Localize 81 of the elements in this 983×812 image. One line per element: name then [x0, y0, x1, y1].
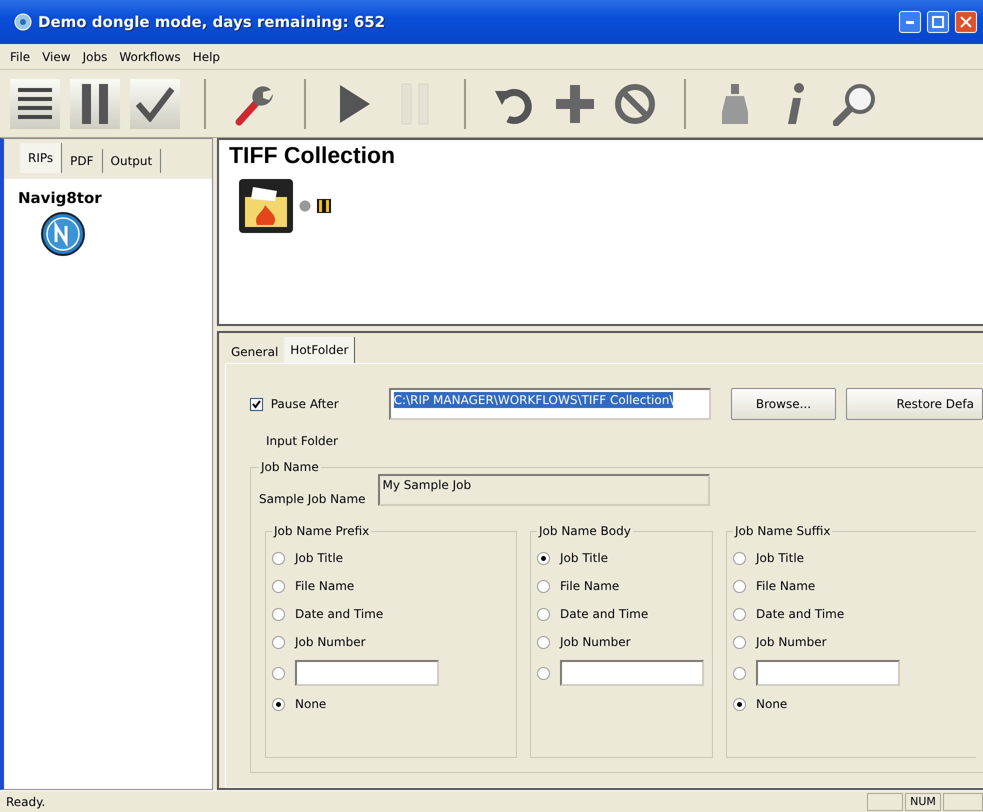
radio-label: Job Title [560, 551, 608, 565]
radio-label: Date and Time [295, 607, 384, 621]
toolbar-button[interactable] [70, 78, 120, 128]
radio-label: File Name [560, 579, 620, 593]
checkbox-label: Pause After [270, 397, 339, 411]
menu-item[interactable]: Jobs [76, 50, 114, 64]
radio-label: Job Title [756, 551, 804, 565]
radio-button[interactable] [272, 666, 285, 680]
tab[interactable]: Output [102, 149, 162, 173]
status-indicator: NUM [905, 792, 941, 810]
tab[interactable]: PDF [62, 149, 103, 173]
tab[interactable]: General [225, 341, 284, 363]
radio-label: File Name [756, 579, 816, 593]
status-panel [867, 792, 903, 810]
workflow-title: TIFF Collection [229, 142, 396, 169]
hotfolder-icon[interactable] [239, 179, 293, 233]
radio-button[interactable] [733, 698, 746, 710]
radio-label: Job Number [756, 635, 827, 649]
app-icon [14, 13, 32, 31]
checkmark-icon [135, 86, 175, 122]
radio-label: Job Title [295, 551, 344, 565]
radio-button[interactable] [733, 666, 746, 680]
radio-label: None [295, 697, 326, 711]
rip-icon[interactable] [40, 211, 86, 257]
group-title: Job Name Body [537, 524, 632, 538]
radio-button[interactable] [272, 580, 285, 592]
field-label: Sample Job Name [259, 492, 366, 506]
radio-label: None [756, 697, 788, 711]
radio-button[interactable] [537, 636, 550, 648]
field-label: Input Folder [266, 434, 339, 448]
prohibited-icon [613, 82, 657, 126]
window-title: Demo dongle mode, days remaining: 652 [38, 13, 386, 31]
radio-label: File Name [295, 579, 354, 593]
tab[interactable]: RIPs [20, 143, 62, 173]
minimize-icon [906, 20, 914, 24]
search-icon [833, 82, 877, 126]
status-panel [943, 792, 983, 810]
radio-label: Date and Time [756, 607, 844, 621]
radio-button[interactable] [733, 608, 746, 620]
status-light-icon [299, 200, 311, 212]
minimize-button[interactable] [899, 11, 921, 33]
menu-item[interactable]: File [4, 50, 36, 64]
maximize-icon [932, 16, 944, 28]
radio-button[interactable] [733, 552, 746, 564]
input-folder-field[interactable]: C:\RIP MANAGER\WORKFLOWS\TIFF Collection\ [388, 388, 712, 420]
checkbox[interactable] [250, 398, 263, 410]
radio-label: Job Number [560, 635, 631, 649]
status-text: Ready. [6, 794, 46, 808]
radio-label: Date and Time [560, 607, 648, 621]
rip-name: Navig8tor [17, 188, 103, 207]
custom-text-field[interactable] [756, 660, 900, 686]
group-title: Job Name Prefix [272, 524, 370, 538]
pause-icon [80, 82, 110, 124]
radio-button[interactable] [272, 608, 285, 620]
close-icon [960, 16, 972, 28]
menu-item[interactable]: Help [186, 50, 226, 64]
toolbar-button[interactable] [10, 78, 60, 128]
radio-button[interactable] [733, 580, 746, 592]
browse-button[interactable]: Browse... [731, 388, 836, 420]
custom-text-field[interactable] [295, 660, 439, 686]
custom-text-field[interactable] [560, 660, 704, 686]
tab[interactable]: HotFolder [284, 337, 356, 363]
radio-button[interactable] [537, 608, 550, 620]
group-title: Job Name Suffix [733, 524, 832, 538]
menu-item[interactable]: Workflows [113, 50, 187, 64]
maximize-button[interactable] [927, 11, 949, 33]
menu-item[interactable]: View [36, 50, 77, 64]
radio-button[interactable] [537, 580, 550, 592]
radio-button[interactable] [272, 636, 285, 648]
radio-label: Job Number [295, 635, 366, 649]
toolbar-button[interactable] [130, 78, 180, 128]
radio-button[interactable] [733, 636, 746, 648]
radio-button[interactable] [272, 552, 285, 564]
radio-button[interactable] [537, 552, 550, 564]
close-button[interactable] [955, 11, 977, 33]
restore-defaults-button[interactable]: Restore Defa [846, 388, 983, 420]
group-title: Job Name [259, 460, 320, 474]
sample-job-name-field: My Sample Job [378, 474, 710, 506]
radio-button[interactable] [537, 666, 550, 680]
bottle-icon [720, 82, 750, 126]
radio-button[interactable] [272, 698, 285, 710]
